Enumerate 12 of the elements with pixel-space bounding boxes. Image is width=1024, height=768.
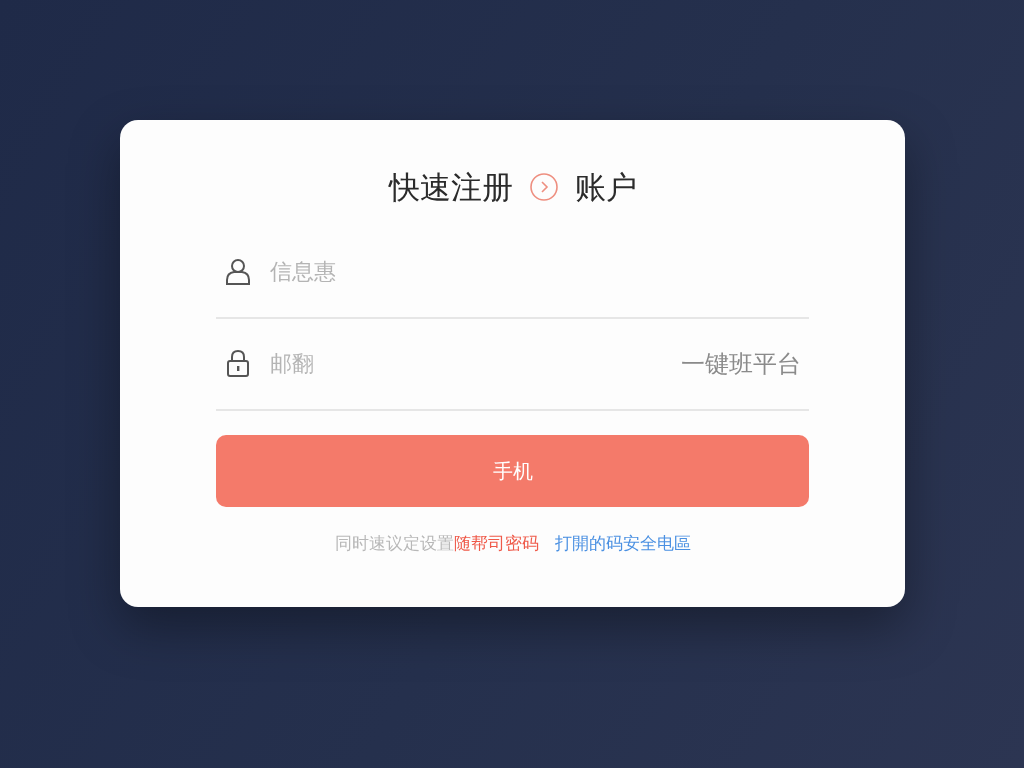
password-link[interactable]: 随帮司密码 [453,530,539,556]
hint-text: 同时速议定设置 [334,531,454,555]
security-link[interactable]: 打開的码安全电區 [554,530,691,556]
suffix-text: 一键班平台 [681,348,801,380]
title-text: 账户 [574,168,637,207]
input-field[interactable]: 信息惠 [268,254,801,289]
input-field[interactable]: 邮翻 [268,346,665,381]
lock-icon [224,348,252,379]
chevron-icon [528,172,559,203]
user-icon [224,256,252,287]
submit-button[interactable]: 手机 [216,434,809,507]
title-text: 快速注册 [388,168,513,207]
